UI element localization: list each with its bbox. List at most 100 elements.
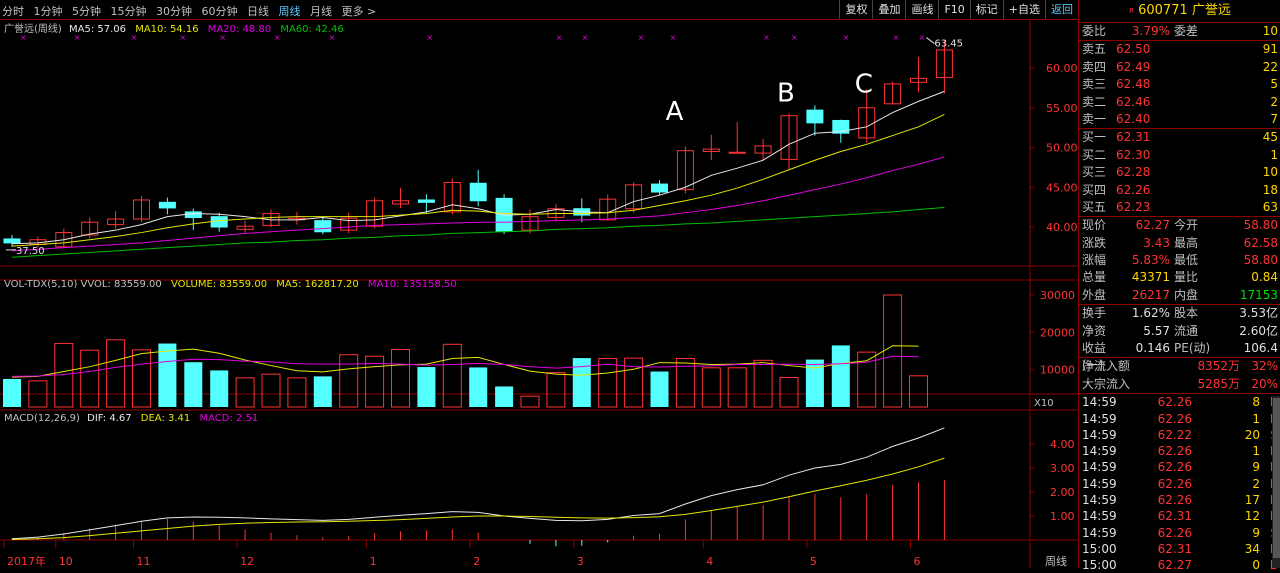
fund-label: 净资 xyxy=(1082,323,1107,338)
back-button[interactable]: 返回 xyxy=(1045,0,1078,19)
ask-level-label: 卖二 xyxy=(1082,94,1107,109)
ask-price: 62.49 xyxy=(1116,59,1151,74)
tab-daily[interactable]: 日线 xyxy=(247,5,269,18)
ma10-label: MA10: 54.16 xyxy=(135,24,198,35)
dif-line xyxy=(11,427,945,540)
quote-row: 总量 43371 量比 0.84 xyxy=(1079,269,1280,286)
tab-minute[interactable]: 分时 xyxy=(2,5,24,18)
fundamental-stats: 换手 1.62% 股本 3.53亿 净资 5.57 流通 2.60亿 收益(一) 0.146 PE(… xyxy=(1079,305,1280,373)
tick-row: 14:5962.269B xyxy=(1079,459,1280,475)
event-marker: × xyxy=(893,33,900,42)
quote-value: 43371 xyxy=(1131,270,1170,285)
candle xyxy=(314,217,332,235)
quote-value: 17153 xyxy=(1239,287,1278,302)
tab-more[interactable]: 更多 > xyxy=(342,5,377,18)
ask-volume: 2 xyxy=(1270,94,1278,109)
tick-volume: 9 xyxy=(1252,525,1260,540)
tick-time: 14:59 xyxy=(1082,427,1117,442)
quote-label: 涨跌 xyxy=(1082,235,1107,250)
tab-30min[interactable]: 30分钟 xyxy=(156,5,192,18)
fund-value: 1.62% xyxy=(1131,306,1170,321)
event-marker: × xyxy=(843,33,850,42)
volume-bar xyxy=(650,371,669,407)
ask-volume: 91 xyxy=(1262,42,1278,57)
date-axis-label: 5 xyxy=(810,555,817,568)
tab-15min[interactable]: 15分钟 xyxy=(111,5,147,18)
quote-panel: R 600771 广誉远 委比 3.79% 委差 10 卖五 62.50 91 卖四 6… xyxy=(1078,0,1280,572)
kline-chart[interactable]: 60.00 55.00 50.00 45.00 40.00 30000 20000 10000… xyxy=(0,20,1078,568)
annotation-b: B xyxy=(777,79,795,109)
tick-price: 62.26 xyxy=(1157,492,1192,507)
svg-text:VOL-TDX(5,10) VVOL: 83559.00: VOL-TDX(5,10) VVOL: 83559.00 VOLUME: 835… xyxy=(4,279,457,290)
bid-row: 买三 62.28 10 xyxy=(1079,164,1280,181)
tick-row: 14:5962.3112B xyxy=(1079,508,1280,524)
tab-60min[interactable]: 60分钟 xyxy=(202,5,238,18)
ma5-line xyxy=(11,90,945,245)
axis-corner-label: 周线 xyxy=(1045,554,1067,568)
vol-axis-label: 10000 xyxy=(1040,364,1075,377)
quote-label: 最低 xyxy=(1174,253,1199,268)
tab-1min[interactable]: 1分钟 xyxy=(34,5,63,18)
candle xyxy=(547,203,565,222)
mark-button[interactable]: 标记 xyxy=(969,0,1003,19)
volume-bar xyxy=(546,372,566,408)
tab-weekly[interactable]: 周线 xyxy=(279,5,301,18)
volume-bar xyxy=(469,367,488,407)
dif-label: DIF: 4.67 xyxy=(87,413,131,424)
volume-bar xyxy=(495,386,514,407)
draw-line-button[interactable]: 画线 xyxy=(905,0,938,19)
fund-value: 106.4 xyxy=(1243,341,1278,356)
volume-bar xyxy=(624,357,644,408)
flow-percent: 20% xyxy=(1251,376,1278,391)
candle xyxy=(158,197,176,215)
volume-label: VOLUME: 83559.00 xyxy=(171,279,267,290)
quote-label: 外盘 xyxy=(1082,287,1107,302)
flow-percent: 32% xyxy=(1251,359,1278,374)
quote-value: 3.43 xyxy=(1143,235,1170,250)
scrollbar-thumb[interactable] xyxy=(1273,398,1280,558)
flow-value: 8352万 xyxy=(1197,359,1240,374)
quote-row: 涨跌 3.43 最高 62.58 xyxy=(1079,235,1280,252)
event-marker: × xyxy=(638,33,645,42)
candle xyxy=(910,56,927,92)
tick-volume: 2 xyxy=(1252,476,1260,491)
macd-axis-label: 3.00 xyxy=(1050,462,1075,475)
tick-row: 14:5962.262B xyxy=(1079,476,1280,492)
bid-volume: 10 xyxy=(1262,165,1278,180)
add-watchlist-button[interactable]: +自选 xyxy=(1002,0,1045,19)
volume-bar xyxy=(779,377,799,408)
bid-volume: 1 xyxy=(1270,147,1278,162)
quote-label: 内盘 xyxy=(1174,287,1199,302)
tick-scrollbar[interactable] xyxy=(1272,396,1280,568)
tick-price: 62.26 xyxy=(1157,395,1192,410)
candle xyxy=(884,81,902,105)
bid-level-label: 买五 xyxy=(1082,199,1107,214)
quote-stats: 现价 62.27 今开 58.80 涨跌 3.43 最高 62.58 涨幅 5.83% 最低 58.8… xyxy=(1079,217,1280,306)
tab-5min[interactable]: 5分钟 xyxy=(72,5,101,18)
quote-value: 62.58 xyxy=(1243,235,1278,250)
bid-price: 62.26 xyxy=(1116,182,1151,197)
event-marker: × xyxy=(582,33,589,42)
candle xyxy=(728,122,746,154)
volume-bar xyxy=(313,376,332,407)
quote-label: 今开 xyxy=(1174,218,1199,233)
adjust-button[interactable]: 复权 xyxy=(839,0,872,19)
f10-button[interactable]: F10 xyxy=(938,0,969,19)
ask-row: 卖一 62.40 7 xyxy=(1079,111,1280,128)
candle xyxy=(392,188,409,208)
ask-row: 卖二 62.46 2 xyxy=(1079,94,1280,111)
fund-row: 净资 5.57 流通 2.60亿 xyxy=(1079,323,1280,340)
weicha-value: 10 xyxy=(1262,24,1278,38)
overlay-button[interactable]: 叠加 xyxy=(872,0,905,19)
tab-monthly[interactable]: 月线 xyxy=(310,5,332,18)
code-superscript: R xyxy=(1129,7,1134,15)
fund-label: 收益(一) xyxy=(1082,341,1107,373)
event-marker: × xyxy=(670,33,677,42)
candle xyxy=(366,197,384,229)
volume-bar xyxy=(520,395,540,408)
stock-code: 600771 xyxy=(1138,3,1188,18)
period-toolbar: 分时 1分钟 5分钟 15分钟 30分钟 60分钟 日线 周线 月线 更多 > … xyxy=(0,0,1078,20)
fund-value: 0.146 xyxy=(1135,341,1170,356)
quote-label: 涨幅 xyxy=(1082,253,1107,268)
bid-book: 买一 62.31 45 买二 62.30 1 买三 62.28 10 买四 62.26 18 买五 62.… xyxy=(1079,129,1280,218)
